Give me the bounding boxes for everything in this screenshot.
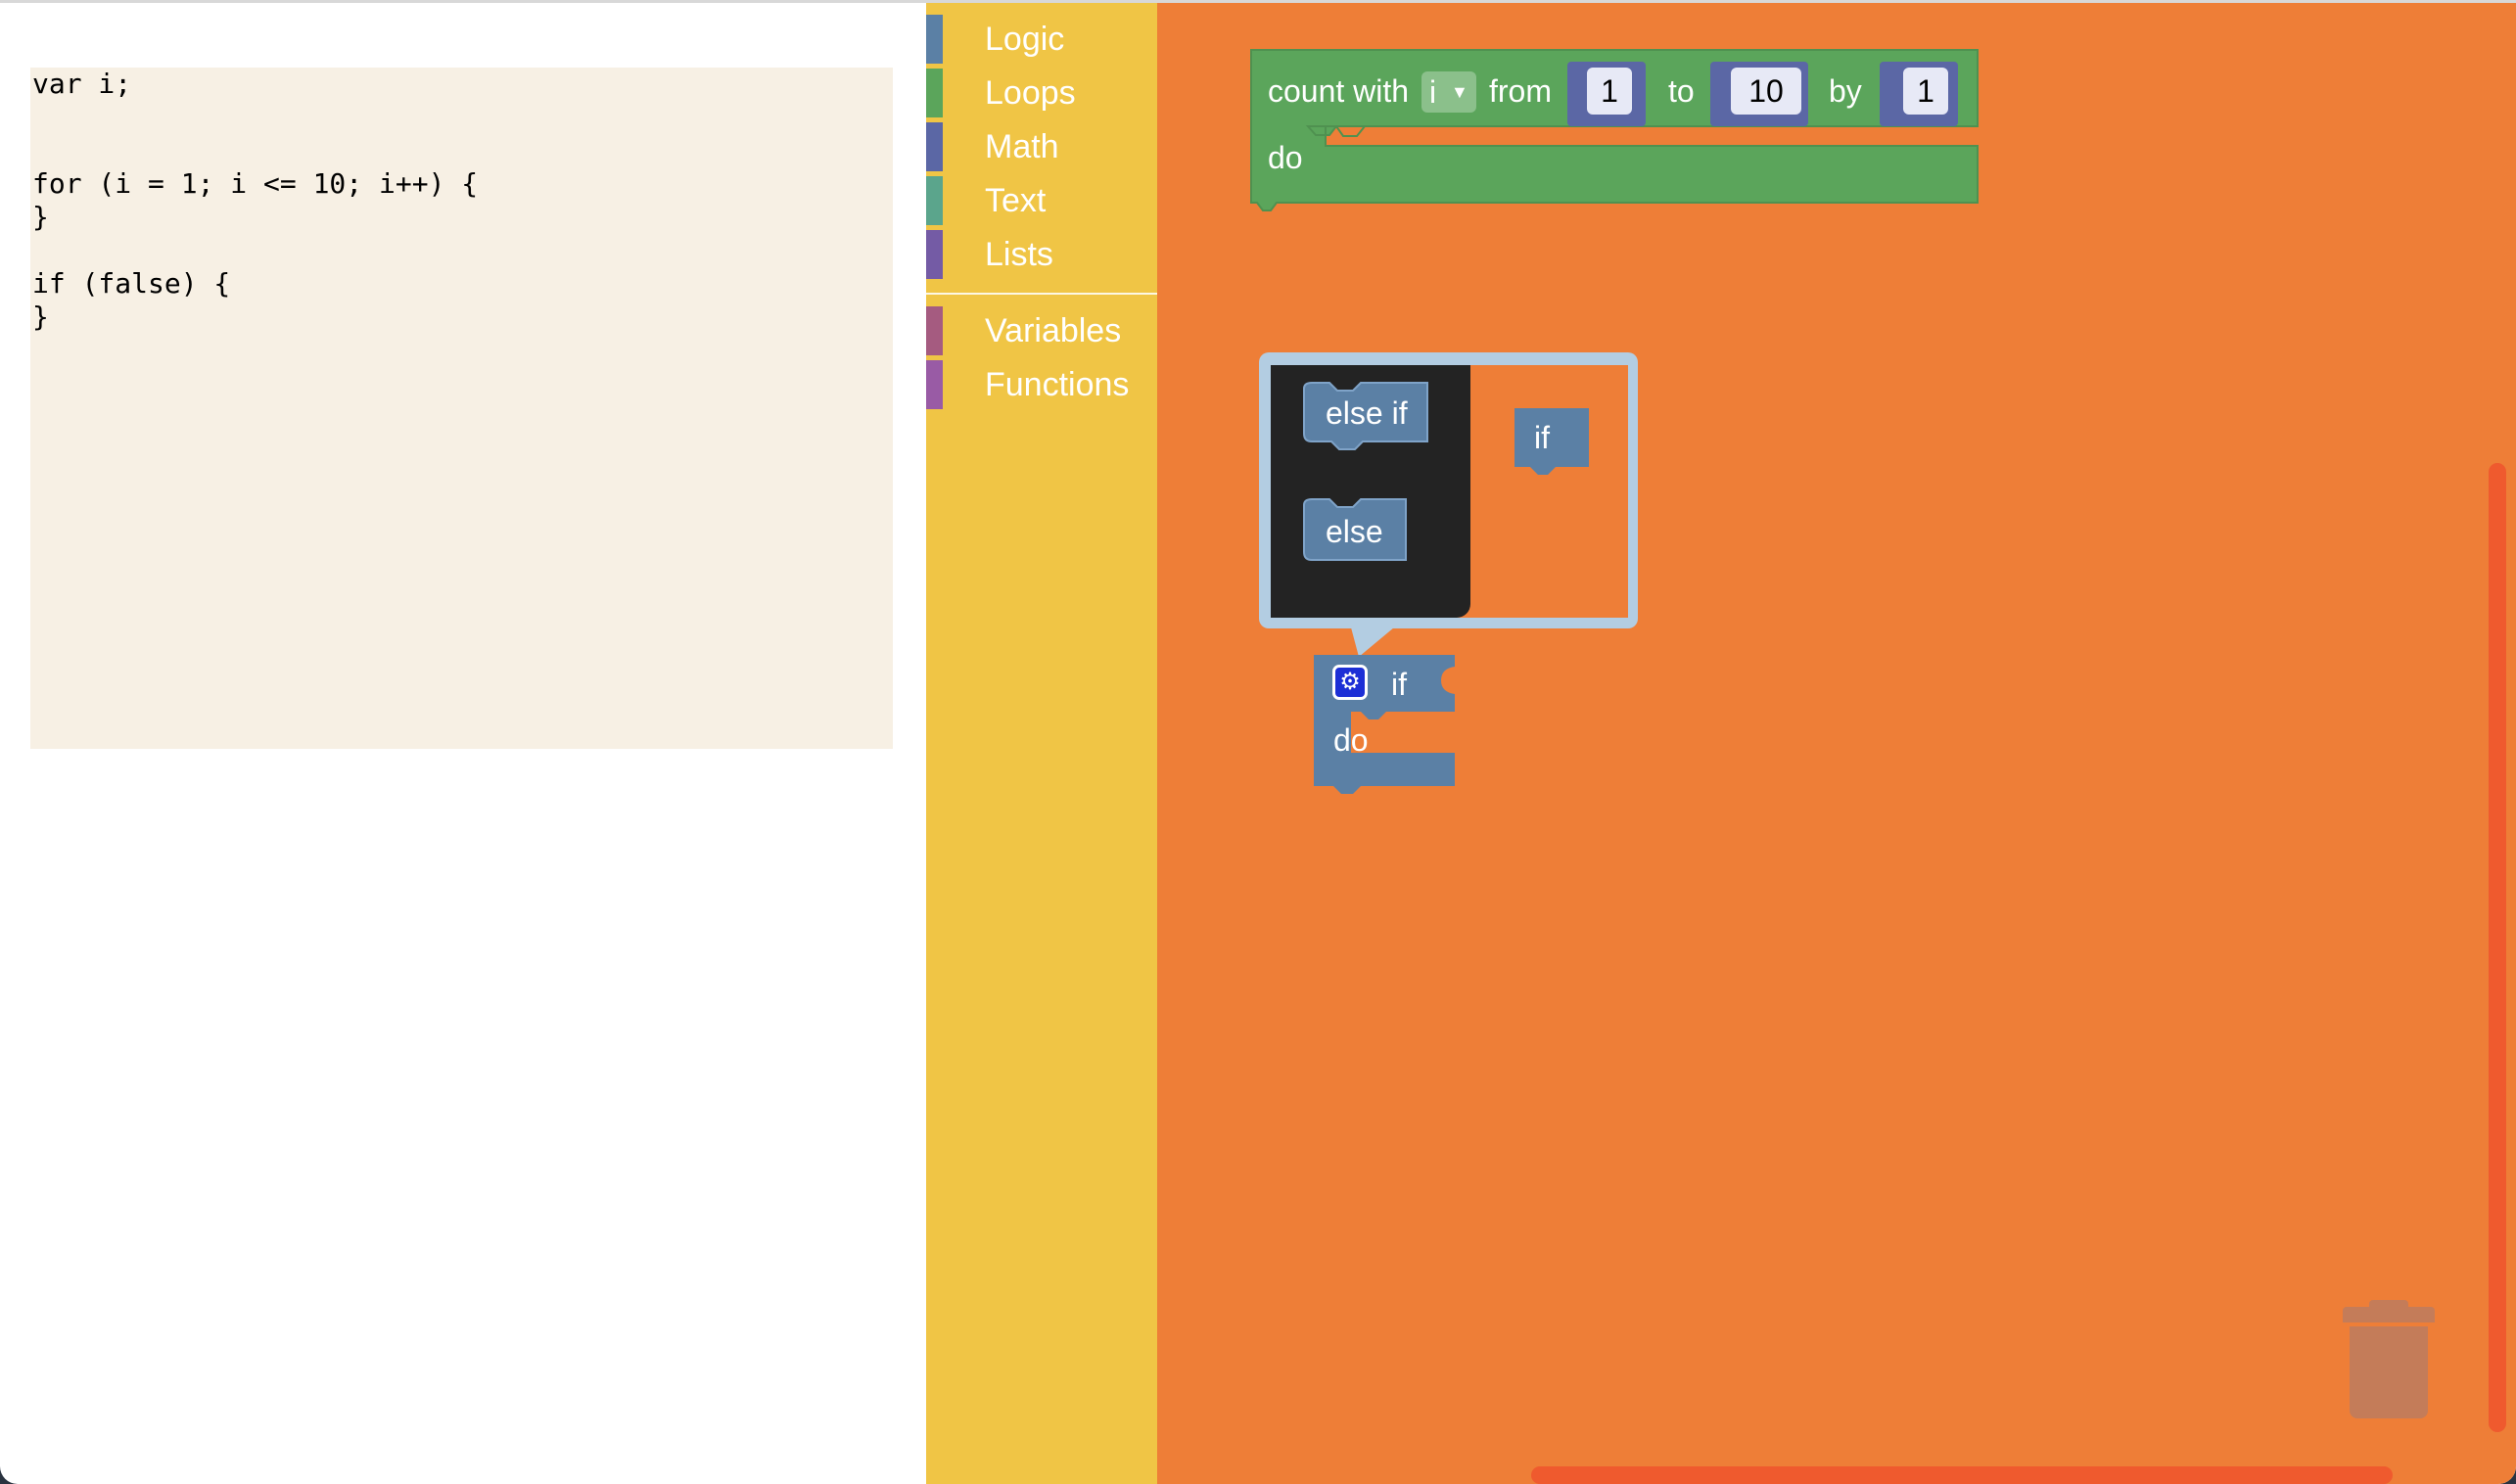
category-color-stripe: [926, 15, 943, 64]
loop-to-label: to: [1668, 73, 1695, 109]
mutator-if-block-shape[interactable]: [1513, 406, 1591, 477]
generated-code-panel: var i; for (i = 1; i <= 10; i++) { } if …: [30, 68, 893, 749]
workspace-horizontal-scrollbar[interactable]: [1531, 1466, 2393, 1484]
chevron-down-icon: ▼: [1451, 82, 1468, 102]
code-line: }: [32, 201, 49, 233]
trash-body: [2350, 1326, 2428, 1418]
loop-variable-dropdown[interactable]: i ▼: [1421, 71, 1476, 113]
category-color-stripe: [926, 360, 943, 409]
category-label: Text: [985, 182, 1047, 219]
category-color-stripe: [926, 122, 943, 171]
category-color-stripe: [926, 306, 943, 355]
to-value-field[interactable]: 10: [1731, 68, 1801, 115]
if-label: if: [1391, 667, 1407, 702]
loop-block-notch: [1326, 125, 1978, 137]
loop-do-label: do: [1268, 140, 1303, 175]
category-lists[interactable]: Lists: [926, 230, 1157, 279]
gear-icon[interactable]: ⚙: [1332, 665, 1368, 700]
from-value-field[interactable]: 1: [1587, 68, 1632, 115]
if-do-label: do: [1333, 722, 1369, 758]
toolbox: Logic Loops Math Text Lists Variables Fu…: [926, 3, 1157, 1484]
category-math[interactable]: Math: [926, 122, 1157, 171]
app-window: var i; for (i = 1; i <= 10; i++) { } if …: [0, 0, 2516, 1484]
category-color-stripe: [926, 176, 943, 225]
loop-by-label: by: [1829, 73, 1862, 109]
category-label: Lists: [985, 236, 1053, 273]
generated-code: var i; for (i = 1; i <= 10; i++) { } if …: [30, 68, 893, 334]
loop-from-label: from: [1489, 73, 1552, 109]
category-logic[interactable]: Logic: [926, 15, 1157, 64]
else-label: else: [1326, 514, 1383, 549]
loop-variable-name: i: [1429, 74, 1437, 110]
loop-count-with-label: count with: [1268, 73, 1410, 109]
toolbox-separator: [926, 293, 1157, 295]
category-variables[interactable]: Variables: [926, 306, 1157, 355]
code-line: if (false) {: [32, 267, 231, 300]
category-label: Math: [985, 128, 1059, 165]
category-functions[interactable]: Functions: [926, 360, 1157, 409]
code-line: }: [32, 301, 49, 333]
category-loops[interactable]: Loops: [926, 69, 1157, 117]
mutator-if-label: if: [1534, 420, 1550, 455]
category-label: Logic: [985, 21, 1065, 58]
category-label: Loops: [985, 74, 1076, 112]
else-if-label: else if: [1326, 395, 1408, 431]
category-label: Variables: [985, 312, 1122, 349]
trash-lid: [2343, 1307, 2435, 1322]
category-text[interactable]: Text: [926, 176, 1157, 225]
category-color-stripe: [926, 230, 943, 279]
code-line: for (i = 1; i <= 10; i++) {: [32, 167, 479, 200]
code-line: var i;: [32, 68, 132, 100]
category-color-stripe: [926, 69, 943, 117]
workspace-vertical-scrollbar[interactable]: [2489, 463, 2506, 1432]
category-label: Functions: [985, 366, 1130, 403]
by-value-field[interactable]: 1: [1903, 68, 1948, 115]
